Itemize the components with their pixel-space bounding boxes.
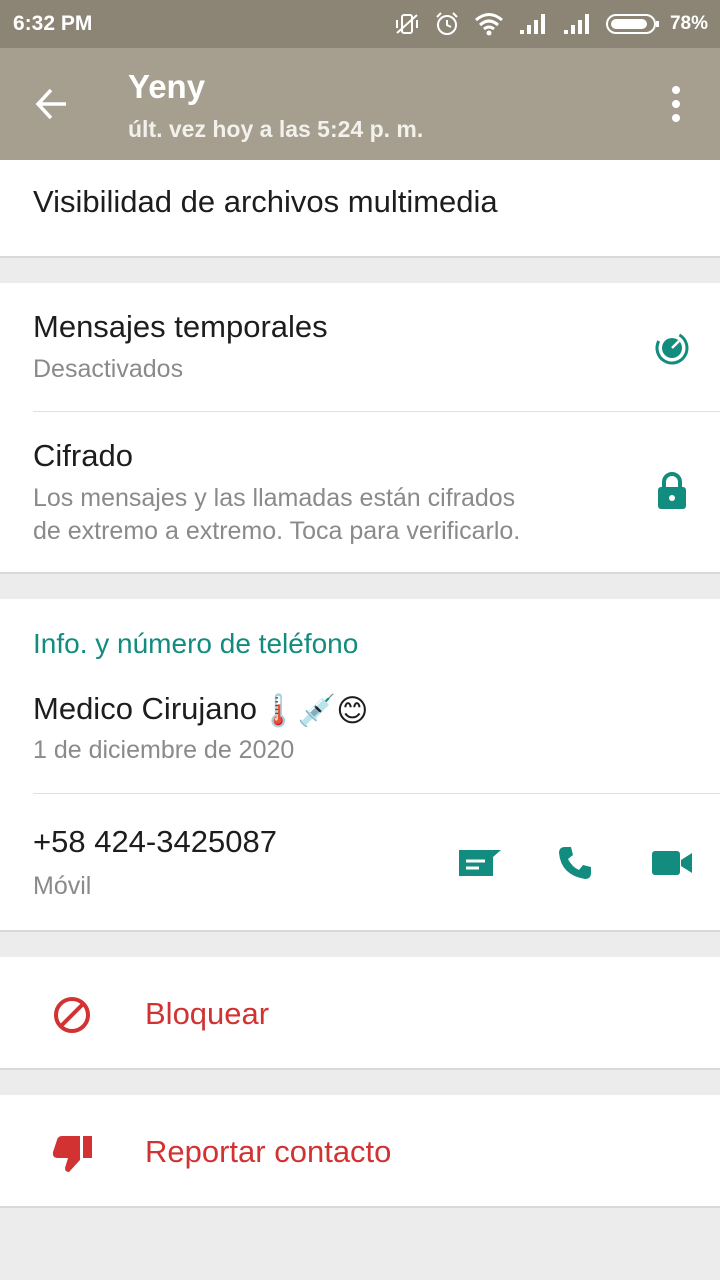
arrow-back-icon[interactable]: [32, 84, 72, 124]
more-vert-icon[interactable]: [662, 84, 690, 124]
temporary-messages-title: Mensajes temporales: [33, 309, 328, 344]
info-section-title: Info. y número de teléfono: [33, 628, 359, 659]
signal-icon: [519, 14, 545, 34]
lock-icon: [658, 472, 686, 509]
report-contact-row[interactable]: Reportar contacto: [0, 1095, 720, 1208]
wifi-icon: [475, 13, 503, 36]
media-visibility-card[interactable]: Visibilidad de archivos multimedia: [0, 160, 720, 258]
report-contact-label: Reportar contacto: [145, 1134, 392, 1169]
message-icon[interactable]: [457, 847, 503, 879]
status-icons: 78%: [394, 10, 708, 38]
block-row[interactable]: Bloquear: [0, 957, 720, 1070]
about-date: 1 de diciembre de 2020: [33, 736, 295, 764]
privacy-card: Mensajes temporales Desactivados Cifrado…: [0, 283, 720, 574]
divider: [33, 793, 720, 794]
signal-icon: [563, 14, 589, 34]
phone-number: +58 424-3425087: [33, 824, 277, 859]
app-bar: Yeny últ. vez hoy a las 5:24 p. m.: [0, 48, 720, 160]
timer-icon: [655, 331, 689, 365]
battery-percentage: 78%: [669, 13, 708, 34]
about-value: Medico Cirujano: [33, 691, 257, 726]
status-time: 6:32 PM: [13, 12, 93, 35]
block-label: Bloquear: [145, 996, 270, 1031]
encryption-desc-line1: Los mensajes y las llamadas están cifrad…: [33, 484, 516, 512]
encryption-title: Cifrado: [33, 438, 133, 473]
info-card: Info. y número de teléfono Medico Ciruja…: [0, 599, 720, 932]
media-visibility-label: Visibilidad de archivos multimedia: [33, 184, 498, 219]
phone-type: Móvil: [33, 872, 92, 900]
thumbs-down-icon: [52, 1136, 92, 1172]
vibrate-off-icon: [395, 14, 418, 34]
about-emoji: 🌡️💉😊: [259, 693, 369, 728]
video-call-icon[interactable]: [651, 849, 693, 877]
last-seen: últ. vez hoy a las 5:24 p. m.: [128, 116, 424, 142]
phone-icon[interactable]: [557, 845, 593, 881]
battery-icon: [605, 14, 659, 34]
block-icon: [54, 997, 90, 1033]
about-text: Medico Cirujano🌡️💉😊: [33, 690, 369, 728]
divider: [33, 411, 720, 412]
temporary-messages-status: Desactivados: [33, 355, 184, 383]
status-bar: 6:32 PM 78%: [0, 0, 720, 48]
encryption-desc-line2: de extremo a extremo. Toca para verifica…: [33, 517, 521, 545]
alarm-icon: [436, 12, 458, 35]
contact-name[interactable]: Yeny: [128, 68, 205, 106]
